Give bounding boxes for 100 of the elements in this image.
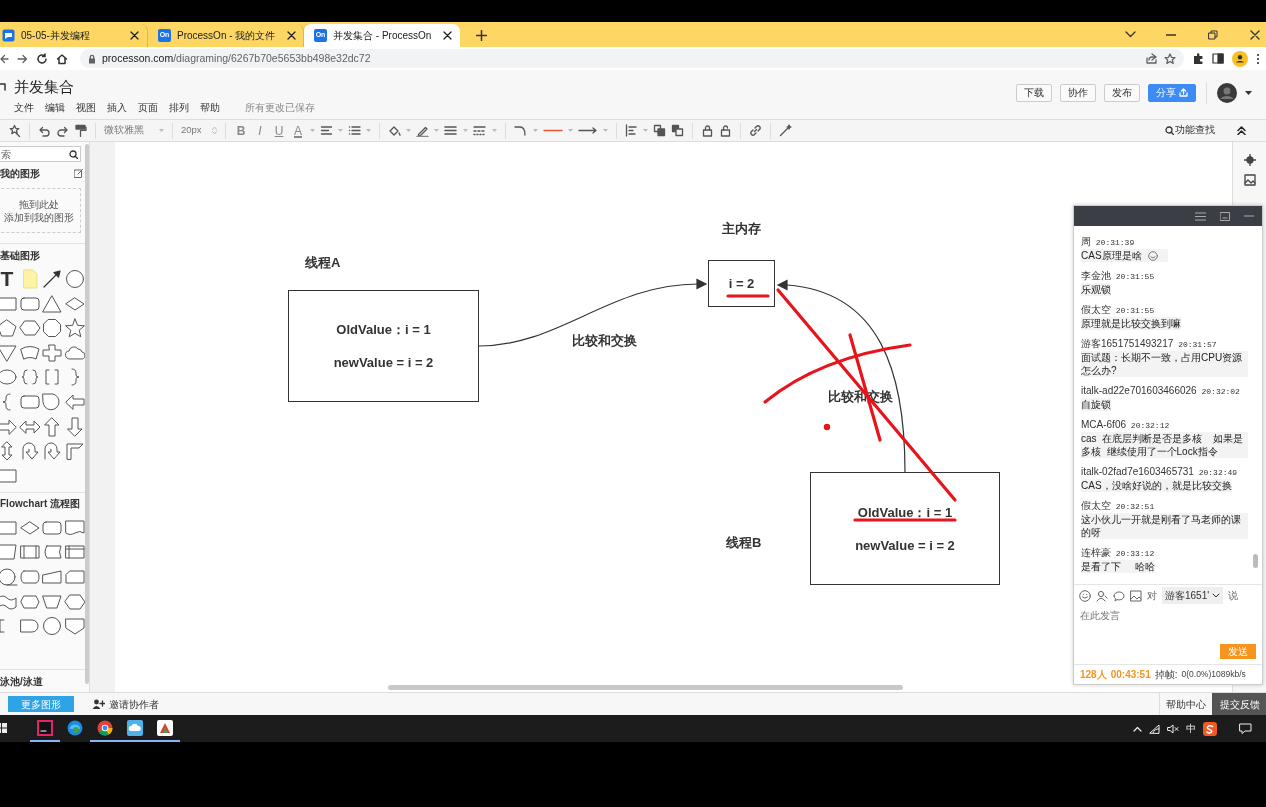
- ide-icon[interactable]: [37, 719, 53, 736]
- plus-icon[interactable]: [476, 30, 487, 41]
- document-shape-icon[interactable]: [63, 517, 86, 538]
- forward-icon[interactable]: [17, 53, 28, 64]
- sequential-data-icon[interactable]: [0, 566, 18, 587]
- feedback-button[interactable]: 提交反馈: [1212, 693, 1266, 715]
- align-icon[interactable]: [320, 124, 333, 137]
- menu-item[interactable]: 帮助: [200, 100, 220, 115]
- section-title[interactable]: 我的图形: [0, 165, 40, 181]
- menu-item[interactable]: 文件: [14, 100, 34, 115]
- document-title[interactable]: 并发集合: [14, 78, 74, 96]
- connector-arrow[interactable]: [776, 279, 906, 473]
- close-icon[interactable]: [1250, 29, 1260, 40]
- cloud-app-icon[interactable]: [127, 719, 143, 736]
- more-icon[interactable]: [1256, 52, 1260, 65]
- browser-icon[interactable]: [97, 719, 113, 736]
- puzzle-icon[interactable]: [1192, 52, 1204, 65]
- input-method[interactable]: 中: [1186, 721, 1196, 736]
- process-box[interactable]: OldValue：i = 1 newValue = i = 2: [288, 290, 479, 402]
- process-box[interactable]: OldValue：i = 1 newValue = i = 2: [810, 472, 1000, 585]
- menu-item[interactable]: 编辑: [45, 100, 65, 115]
- app-icon[interactable]: [157, 719, 173, 736]
- bring-front-icon[interactable]: [653, 124, 666, 137]
- magic-wand-icon[interactable]: [779, 124, 792, 137]
- section-title[interactable]: Flowchart 流程图: [0, 496, 80, 512]
- browser-icon[interactable]: [67, 719, 83, 736]
- menu-icon[interactable]: [1195, 211, 1206, 221]
- circle-icon[interactable]: [63, 269, 86, 289]
- restore-icon[interactable]: [1220, 211, 1230, 221]
- lock-icon[interactable]: [701, 124, 714, 137]
- menu-item[interactable]: 页面: [138, 100, 158, 115]
- format-painter-icon[interactable]: [74, 124, 87, 137]
- drop-shape-icon[interactable]: [41, 391, 63, 412]
- star-icon[interactable]: [1164, 52, 1176, 65]
- image-icon[interactable]: [1243, 174, 1256, 186]
- menu-item[interactable]: 视图: [76, 100, 96, 115]
- home-icon[interactable]: [56, 52, 68, 65]
- memory-box[interactable]: i = 2: [708, 260, 775, 307]
- caret-icon[interactable]: [1245, 90, 1252, 95]
- edit-icon[interactable]: [74, 168, 83, 178]
- minimize-icon[interactable]: [1166, 33, 1176, 36]
- send-back-icon[interactable]: [671, 124, 684, 137]
- crosshair-icon[interactable]: [1243, 154, 1256, 166]
- smiley-icon[interactable]: [1079, 589, 1091, 602]
- line-weight-icon[interactable]: [444, 124, 458, 137]
- cross-icon[interactable]: [41, 342, 63, 363]
- chevron-up-icon[interactable]: [1133, 725, 1142, 732]
- parallelogram-icon[interactable]: [0, 542, 18, 563]
- menu-item[interactable]: 插入: [107, 100, 127, 115]
- link-icon[interactable]: [749, 124, 762, 137]
- star-icon[interactable]: [63, 318, 86, 339]
- corner-arrow-icon[interactable]: [63, 441, 86, 462]
- chevron-down-icon[interactable]: [1125, 31, 1136, 38]
- close-icon[interactable]: [287, 31, 297, 40]
- circle-icon[interactable]: [41, 616, 63, 637]
- hexagon-icon[interactable]: [18, 318, 41, 339]
- align-left-icon[interactable]: [625, 124, 638, 137]
- back-icon[interactable]: [0, 53, 9, 64]
- reload-icon[interactable]: [36, 52, 48, 65]
- pen-icon[interactable]: [416, 124, 429, 137]
- u-turn-arrow-icon[interactable]: [41, 441, 63, 462]
- windows-icon[interactable]: [0, 721, 8, 734]
- triangle-icon[interactable]: [41, 293, 63, 314]
- hexagon-icon[interactable]: [63, 591, 86, 612]
- scrollbar[interactable]: [388, 685, 903, 690]
- notification-icon[interactable]: [1239, 723, 1252, 734]
- list-icon[interactable]: [348, 124, 361, 137]
- connector-icon[interactable]: [514, 124, 528, 137]
- pentagon-icon[interactable]: [0, 318, 18, 339]
- restore-icon[interactable]: [1208, 29, 1218, 40]
- unlock-icon[interactable]: [719, 124, 732, 137]
- invite-link[interactable]: 邀请协作者: [92, 696, 159, 712]
- scrollbar[interactable]: [85, 144, 89, 684]
- avatar[interactable]: [1217, 82, 1237, 103]
- header-button[interactable]: 下载: [1016, 83, 1052, 102]
- input-method-icon[interactable]: [1203, 721, 1217, 736]
- speech-bubble-icon[interactable]: [1113, 589, 1125, 602]
- profile-icon[interactable]: [1232, 50, 1248, 67]
- arrow-icon[interactable]: [41, 269, 63, 289]
- funnel-icon[interactable]: [0, 342, 18, 363]
- scrollbar[interactable]: [1253, 554, 1258, 568]
- share-icon[interactable]: [1146, 53, 1158, 64]
- sidebar-icon[interactable]: [1212, 53, 1224, 64]
- recipient-dropdown[interactable]: 游客1651': [1162, 587, 1224, 604]
- header-button[interactable]: 发布: [1104, 83, 1140, 102]
- search-field[interactable]: 索: [0, 146, 81, 162]
- octagon-icon[interactable]: [41, 318, 63, 339]
- fill-icon[interactable]: [388, 124, 401, 137]
- text-tool[interactable]: T: [0, 269, 18, 289]
- connector-arrow[interactable]: [478, 278, 708, 347]
- section-title[interactable]: 基础图形: [0, 247, 40, 263]
- person-icon[interactable]: [1096, 589, 1108, 602]
- address-bar[interactable]: processon.com/diagraming/6267b70e5653bb498e32dc72: [80, 49, 1184, 68]
- close-icon[interactable]: [443, 31, 453, 40]
- redo-icon[interactable]: [56, 124, 69, 137]
- wifi-icon[interactable]: [1149, 723, 1160, 734]
- dash-icon[interactable]: [473, 124, 487, 137]
- header-button[interactable]: 协作: [1060, 83, 1096, 102]
- speaker-muted-icon[interactable]: [1167, 723, 1179, 734]
- undo-icon[interactable]: [38, 124, 51, 137]
